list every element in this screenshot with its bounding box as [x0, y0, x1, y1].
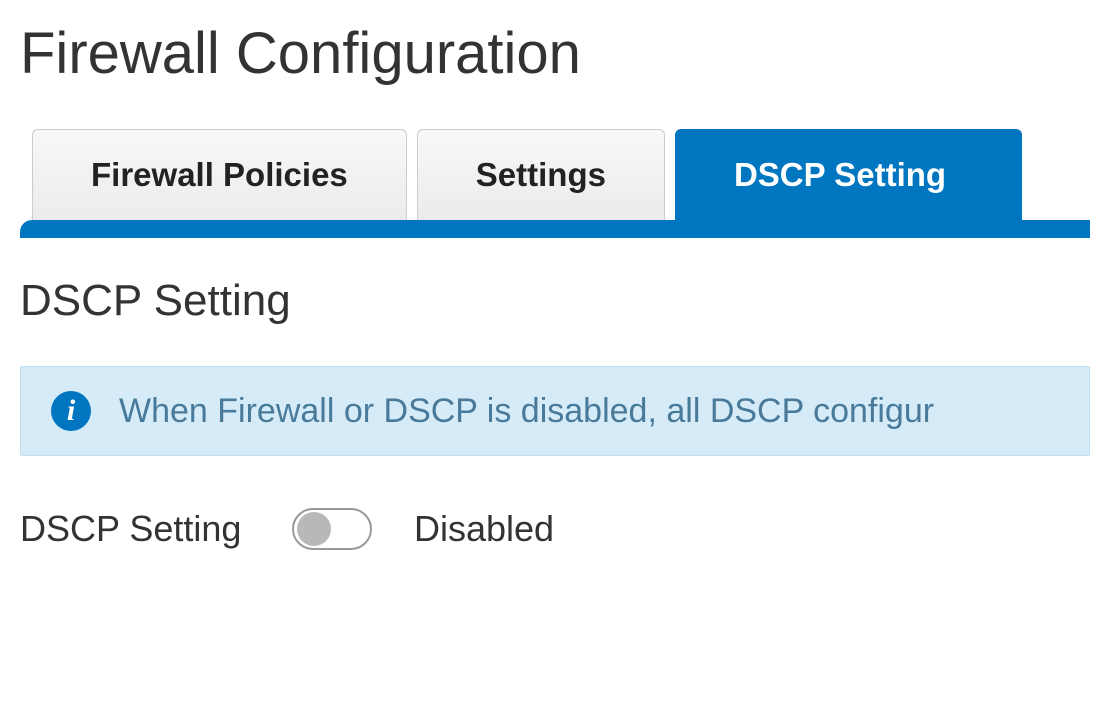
info-banner-text: When Firewall or DSCP is disabled, all D…	[119, 392, 934, 431]
content-area: DSCP Setting i When Firewall or DSCP is …	[20, 238, 1090, 550]
tab-dscp-setting[interactable]: DSCP Setting	[675, 129, 1022, 220]
dscp-toggle-state: Disabled	[414, 508, 554, 550]
dscp-setting-row: DSCP Setting Disabled	[20, 508, 1090, 550]
tab-settings[interactable]: Settings	[417, 129, 665, 220]
page-title: Firewall Configuration	[20, 20, 1090, 87]
toggle-knob	[297, 512, 331, 546]
info-banner: i When Firewall or DSCP is disabled, all…	[20, 366, 1090, 456]
tab-firewall-policies[interactable]: Firewall Policies	[32, 129, 407, 220]
tab-underline	[20, 220, 1090, 238]
dscp-setting-label: DSCP Setting	[20, 508, 250, 550]
tabs: Firewall Policies Settings DSCP Setting	[20, 129, 1090, 220]
section-title: DSCP Setting	[20, 276, 1090, 326]
dscp-toggle[interactable]	[292, 508, 372, 550]
info-icon: i	[51, 391, 91, 431]
